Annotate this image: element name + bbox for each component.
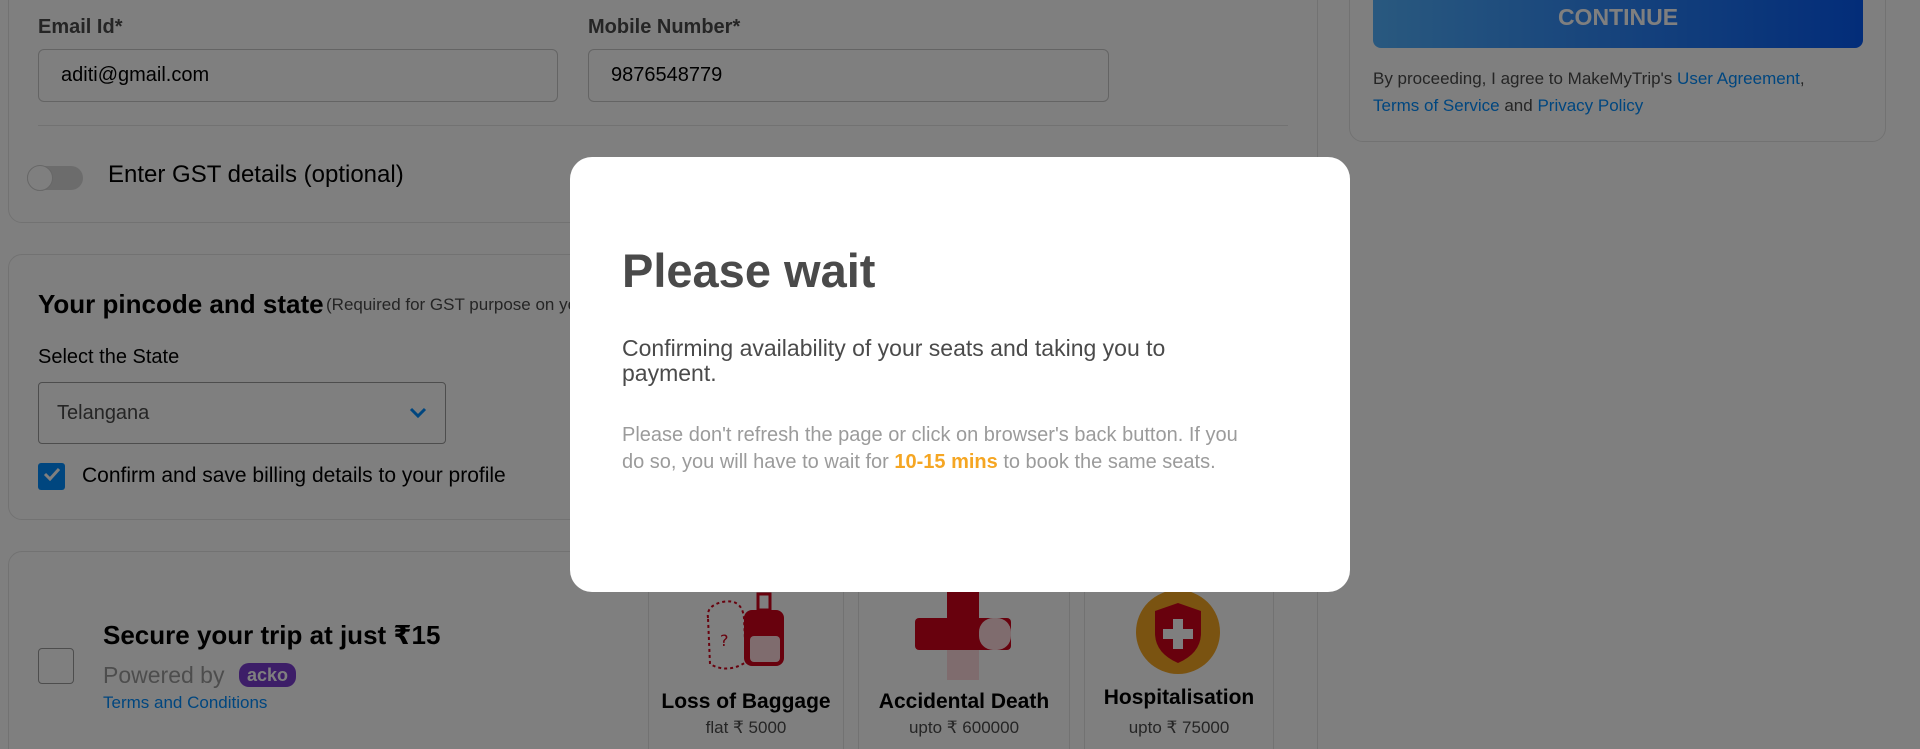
- modal-title: Please wait: [622, 244, 876, 297]
- modal-message: Confirming availability of your seats an…: [622, 335, 1166, 386]
- modal-warning: Please don't refresh the page or click o…: [622, 422, 1262, 476]
- modal-warning-suffix: to book the same seats.: [1003, 451, 1216, 473]
- modal-warning-highlight: 10-15 mins: [894, 451, 998, 473]
- please-wait-modal: Please wait Confirming availability of y…: [570, 157, 1350, 592]
